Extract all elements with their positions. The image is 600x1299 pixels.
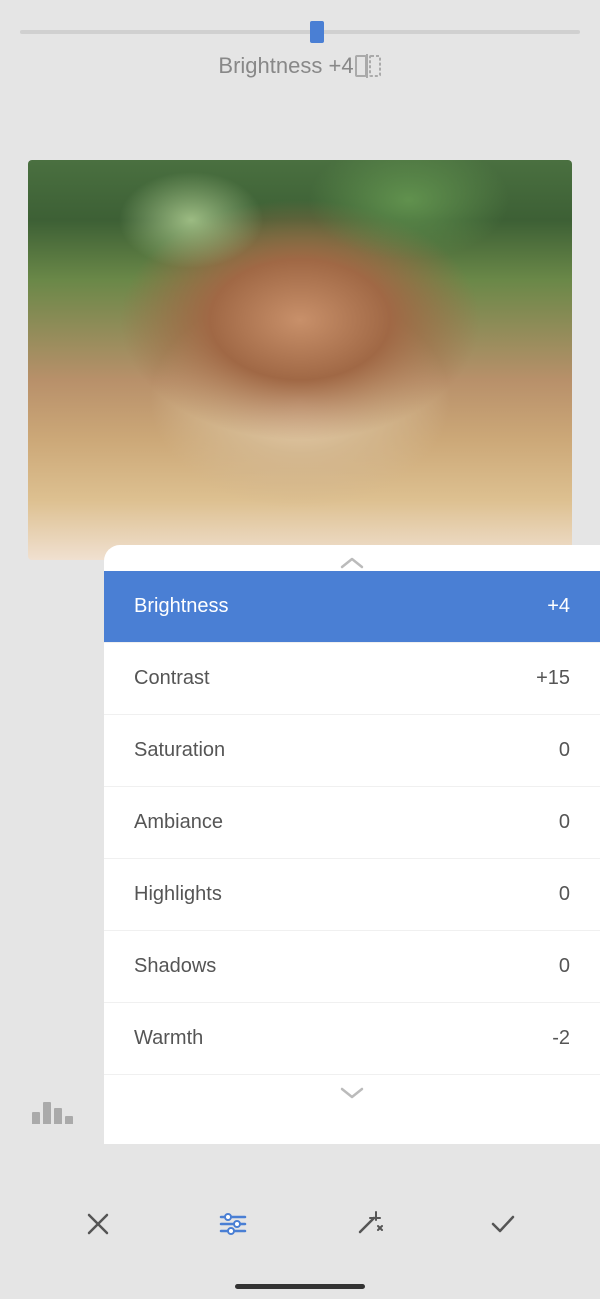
list-item-label-contrast: Contrast	[134, 667, 210, 690]
list-item-brightness[interactable]: Brightness +4	[104, 571, 600, 643]
confirm-button[interactable]	[473, 1194, 533, 1254]
list-item-label-brightness: Brightness	[134, 595, 229, 618]
hist-bar-1	[32, 1112, 40, 1124]
slider-thumb[interactable]	[310, 21, 324, 43]
list-item-highlights[interactable]: Highlights 0	[104, 859, 600, 931]
list-item-label-highlights: Highlights	[134, 883, 222, 906]
bottom-toolbar	[0, 1144, 600, 1299]
list-item-warmth[interactable]: Warmth -2	[104, 1003, 600, 1075]
brightness-slider-track[interactable]	[20, 30, 580, 34]
toolbar-buttons	[0, 1164, 600, 1284]
slider-label: Brightness +4	[218, 53, 353, 79]
adjustments-list: Brightness+4Contrast+15Saturation0Ambian…	[104, 571, 600, 1075]
list-item-value-highlights: 0	[559, 883, 570, 906]
auto-button[interactable]	[338, 1194, 398, 1254]
list-item-ambiance[interactable]: Ambiance 0	[104, 787, 600, 859]
panel-chevron-down[interactable]	[104, 1075, 600, 1111]
list-item-value-contrast: +15	[536, 667, 570, 690]
photo-image	[28, 160, 572, 560]
histogram-area	[0, 545, 104, 1144]
list-item-label-ambiance: Ambiance	[134, 811, 223, 834]
list-item-label-shadows: Shadows	[134, 955, 216, 978]
list-item-value-warmth: -2	[552, 1027, 570, 1050]
list-item-value-brightness: +4	[547, 595, 570, 618]
list-item-value-saturation: 0	[559, 739, 570, 762]
histogram-icon	[32, 1102, 73, 1124]
list-item-contrast[interactable]: Contrast +15	[104, 643, 600, 715]
cancel-button[interactable]	[68, 1194, 128, 1254]
compare-button[interactable]	[354, 52, 382, 80]
adjustments-panel: Brightness+4Contrast+15Saturation0Ambian…	[104, 545, 600, 1144]
hist-bar-3	[54, 1108, 62, 1124]
list-item-label-saturation: Saturation	[134, 739, 225, 762]
hist-bar-2	[43, 1102, 51, 1124]
list-item-shadows[interactable]: Shadows 0	[104, 931, 600, 1003]
list-item-value-shadows: 0	[559, 955, 570, 978]
hist-bar-4	[65, 1116, 73, 1124]
panel-chevron-up[interactable]	[104, 545, 600, 571]
slider-area: Brightness +4	[0, 0, 600, 95]
photo-preview	[28, 160, 572, 560]
list-item-label-warmth: Warmth	[134, 1027, 203, 1050]
list-item-value-ambiance: 0	[559, 811, 570, 834]
list-item-saturation[interactable]: Saturation 0	[104, 715, 600, 787]
home-indicator	[235, 1284, 365, 1289]
filters-button[interactable]	[203, 1194, 263, 1254]
